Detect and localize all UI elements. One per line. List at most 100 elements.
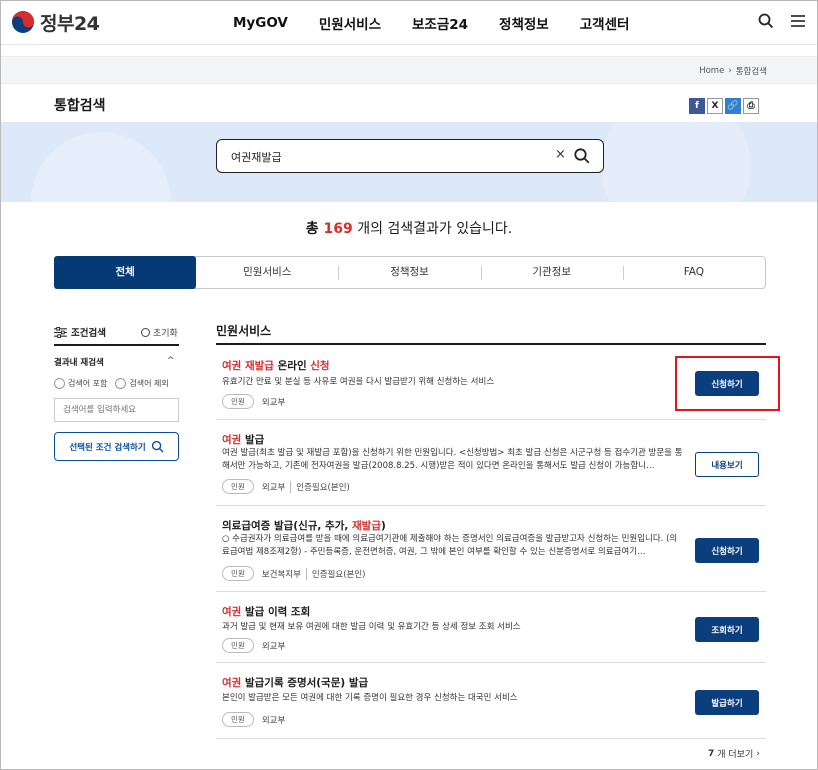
chevron-right-icon: › — [756, 748, 760, 759]
more-results-link[interactable]: 7 개 더보기 › — [708, 747, 760, 761]
chevron-up-icon[interactable]: ^ — [167, 356, 175, 366]
result-title-part: 의료급여증 발급(신규, 추가, — [222, 520, 353, 532]
result-title-part: 신청 — [310, 360, 330, 372]
breadcrumb-band: Home › 통합검색 — [1, 56, 817, 84]
annotation-highlight-box — [675, 356, 780, 411]
result-title-part: 발급 이력 조회 — [241, 606, 311, 618]
filter-title-label: 조건검색 — [71, 328, 106, 339]
main-nav: MyGOV 민원서비스 보조금24 정책정보 고객센터 — [233, 1, 660, 45]
reset-icon — [141, 328, 150, 337]
refine-search-input[interactable] — [54, 398, 179, 422]
refine-options: 검색어 포함 검색어 제외 — [54, 378, 169, 389]
link-copy-icon[interactable]: 🔗 — [725, 98, 741, 114]
search-icon[interactable] — [757, 12, 775, 30]
apply-filter-button[interactable]: 선택된 조건 검색하기 — [54, 432, 179, 461]
radio-include-label: 검색어 포함 — [68, 379, 108, 388]
search-submit-icon[interactable] — [573, 147, 591, 165]
breadcrumb-separator: › — [728, 66, 732, 76]
result-title-part: 여권 재발급 — [222, 360, 274, 372]
nav-subsidy24[interactable]: 보조금24 — [412, 13, 468, 33]
auth-required-label: 인증필요(본인) — [305, 567, 365, 580]
result-title-part: 발급기록 증명서(국문) 발급 — [241, 677, 369, 689]
nav-civil-services[interactable]: 민원서비스 — [319, 13, 381, 33]
result-action-button[interactable]: 내용보기 — [695, 452, 759, 477]
search-icon — [151, 440, 164, 453]
taegeuk-logo-icon — [12, 11, 34, 33]
tab-faq[interactable]: FAQ — [622, 257, 765, 288]
result-action-button[interactable]: 발급하기 — [695, 690, 759, 715]
result-count: 총 169 개의 검색결과가 있습니다. — [1, 218, 817, 238]
tab-all[interactable]: 전체 — [54, 256, 197, 289]
page-title: 통합검색 — [54, 98, 106, 114]
result-item: 여권 발급기록 증명서(국문) 발급본인이 발급받은 모든 여권에 대한 기록 … — [216, 663, 766, 739]
result-title-part: 여권 — [222, 677, 242, 689]
result-action-button[interactable]: 조회하기 — [695, 617, 759, 642]
x-share-icon[interactable]: X — [707, 98, 723, 114]
menu-icon[interactable] — [789, 12, 807, 30]
radio-exclude[interactable]: 검색어 제외 — [115, 378, 169, 389]
more-count: 7 — [708, 748, 715, 759]
search-input[interactable] — [231, 148, 551, 166]
tab-policy-info[interactable]: 정책정보 — [338, 257, 480, 288]
logo-text: 정부24 — [40, 12, 100, 35]
result-title-part: ) — [381, 520, 386, 532]
agency-name: 보건복지부 — [261, 569, 301, 580]
share-tools: f X 🔗 ⎙ — [689, 98, 759, 114]
header-icons — [757, 12, 807, 30]
facebook-share-icon[interactable]: f — [689, 98, 705, 114]
auth-required-label: 인증필요(본인) — [290, 480, 350, 493]
breadcrumb: Home › 통합검색 — [699, 65, 767, 77]
tab-agency-info[interactable]: 기관정보 — [480, 257, 623, 288]
page-frame: 정부24 MyGOV 민원서비스 보조금24 정책정보 고객센터 Home › … — [0, 0, 818, 770]
result-description: 여권 발급(최초 발급 및 재발급 포함)을 신청하기 위한 민원입니다. <신… — [222, 448, 683, 471]
result-title[interactable]: 여권 발급 — [222, 432, 264, 447]
result-meta: 민원 외교부 인증필요(본인) — [222, 479, 350, 494]
category-badge: 민원 — [222, 566, 254, 581]
result-item: 의료급여증 발급(신규, 추가, 재발급) ○ 수급권자가 의료급여를 받을 때에… — [216, 506, 766, 592]
apply-filter-label: 선택된 조건 검색하기 — [69, 442, 146, 453]
site-header: 정부24 MyGOV 민원서비스 보조금24 정책정보 고객센터 — [1, 1, 817, 45]
site-logo[interactable]: 정부24 — [11, 10, 100, 35]
reset-label: 초기화 — [153, 329, 178, 339]
breadcrumb-home[interactable]: Home — [699, 66, 724, 76]
search-box: × — [216, 139, 604, 173]
result-title-part: 여권 — [222, 606, 242, 618]
print-icon[interactable]: ⎙ — [743, 98, 759, 114]
agency-name: 외교부 — [261, 715, 286, 726]
result-description: 본인이 발급받은 모든 여권에 대한 기록 증명이 필요한 경우 신청하는 대국… — [222, 693, 518, 703]
result-item: 여권 발급 이력 조회 과거 발급 및 현재 보유 여권에 대한 발급 이력 및 … — [216, 592, 766, 663]
nav-mygov[interactable]: MyGOV — [233, 15, 288, 31]
category-badge: 민원 — [222, 479, 254, 494]
result-count-number: 169 — [323, 221, 353, 237]
radio-exclude-label: 검색어 제외 — [129, 379, 169, 388]
result-count-prefix: 총 — [305, 221, 324, 237]
hero-decoration — [31, 132, 171, 202]
nav-policy-info[interactable]: 정책정보 — [499, 13, 549, 33]
result-count-suffix: 개의 검색결과가 있습니다. — [352, 221, 513, 237]
filter-sliders-icon — [54, 326, 67, 338]
result-title[interactable]: 여권 재발급 온라인 신청 — [222, 358, 330, 373]
reset-button[interactable]: 초기화 — [141, 326, 178, 339]
result-action-button[interactable]: 신청하기 — [695, 538, 759, 563]
agency-name: 외교부 — [261, 641, 286, 652]
agency-name: 외교부 — [261, 397, 286, 408]
section-title: 민원서비스 — [216, 324, 272, 338]
clear-search-icon[interactable]: × — [555, 147, 566, 162]
result-title[interactable]: 의료급여증 발급(신규, 추가, 재발급) — [222, 518, 386, 533]
breadcrumb-current: 통합검색 — [735, 67, 767, 77]
result-meta: 민원 외교부 — [222, 712, 285, 727]
result-title[interactable]: 여권 발급기록 증명서(국문) 발급 — [222, 675, 368, 690]
result-title-part: 재발급 — [352, 520, 381, 532]
tab-civil-services[interactable]: 민원서비스 — [196, 257, 338, 288]
radio-include[interactable]: 검색어 포함 — [54, 378, 107, 389]
more-label: 개 더보기 — [717, 750, 754, 760]
category-badge: 민원 — [222, 638, 254, 653]
result-title-part: 발급 — [241, 434, 265, 446]
nav-customer-center[interactable]: 고객센터 — [580, 13, 630, 33]
result-title-part: 여권 — [222, 434, 242, 446]
result-title[interactable]: 여권 발급 이력 조회 — [222, 604, 310, 619]
result-description: ○ 수급권자가 의료급여를 받을 때에 의료급여기관에 제출해야 하는 증명서인… — [222, 534, 678, 557]
category-tabs: 전체 민원서비스 정책정보 기관정보 FAQ — [54, 256, 766, 289]
filter-title: 조건검색 — [54, 325, 106, 339]
result-title-part: 온라인 — [273, 360, 311, 372]
